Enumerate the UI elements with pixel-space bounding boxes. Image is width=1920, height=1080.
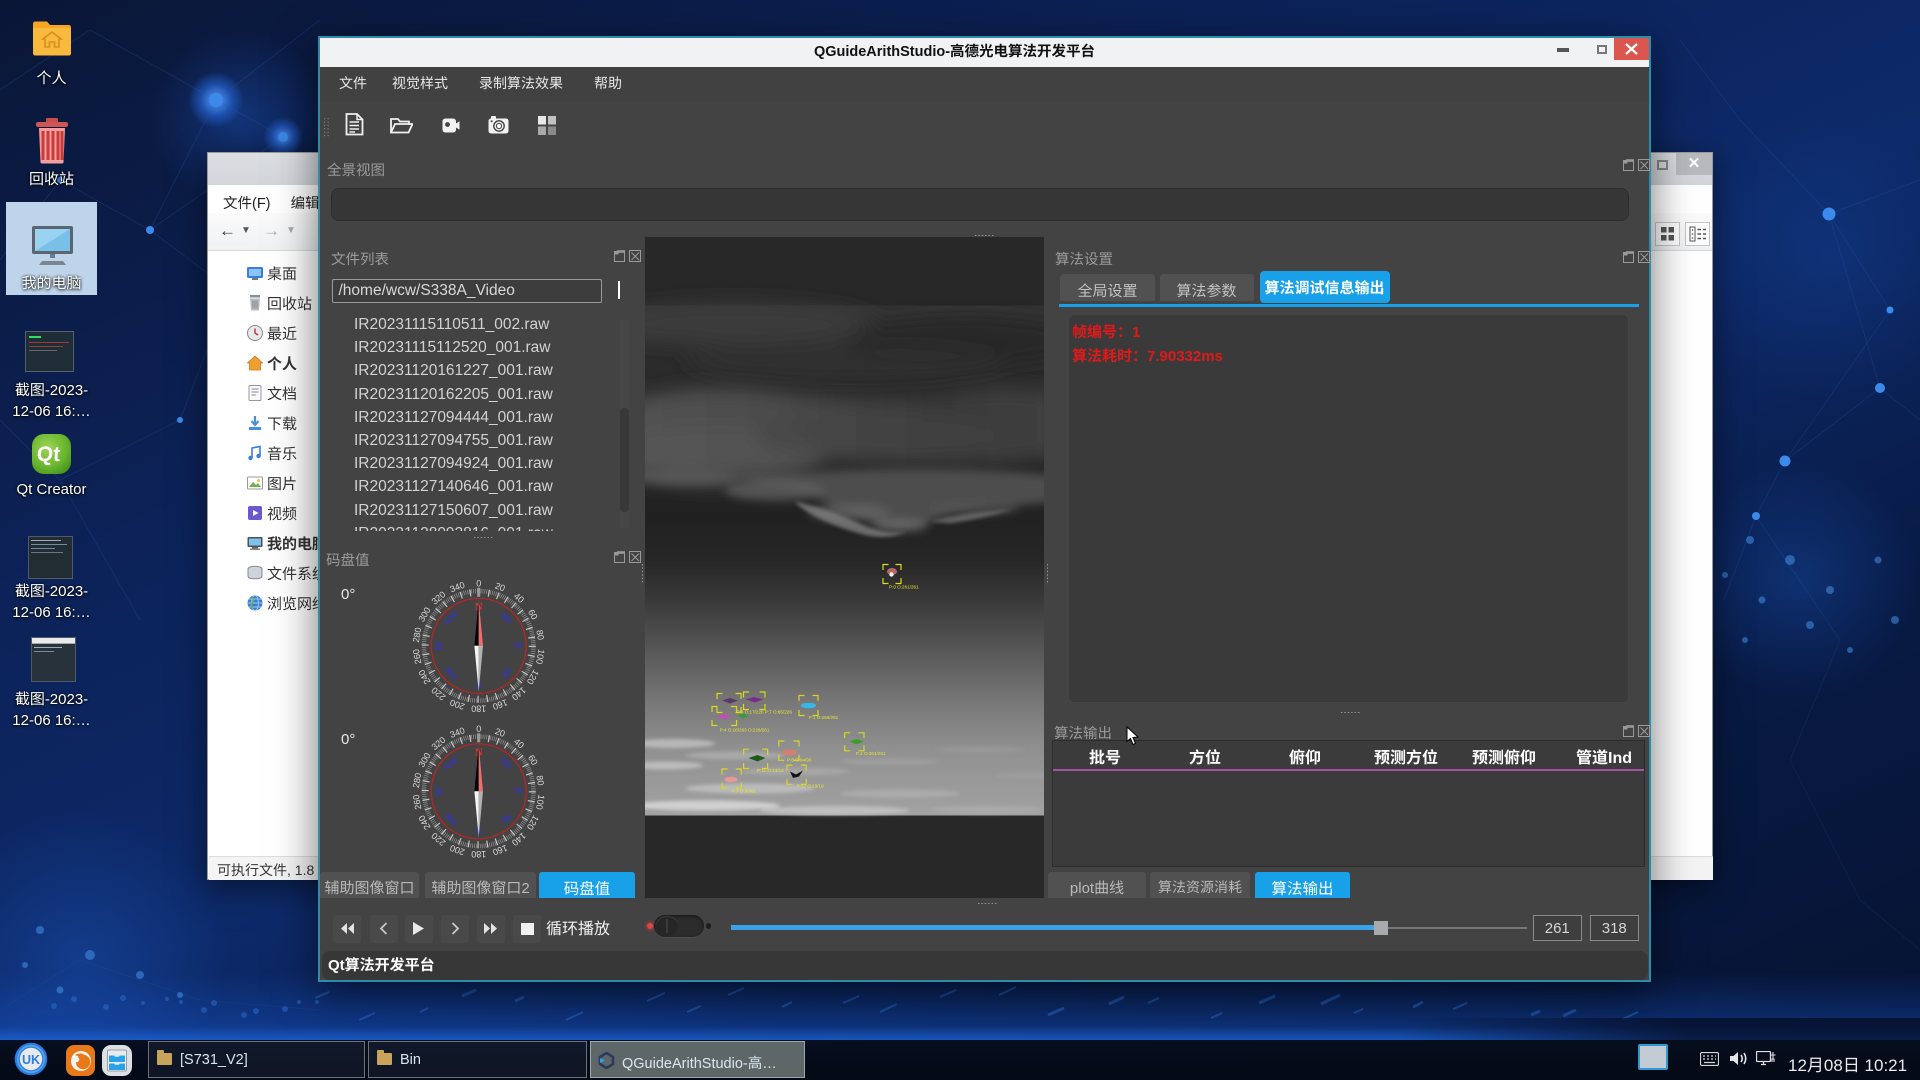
svg-text:200: 200 (449, 843, 467, 858)
svg-text:180: 180 (471, 703, 486, 713)
svg-text:E: E (512, 788, 524, 795)
svg-text:280: 280 (411, 627, 423, 644)
svg-text:120: 120 (525, 814, 541, 832)
svg-text:0: 0 (476, 724, 481, 734)
svg-text:P:6 O:17/226 P:7 O:65/226: P:6 O:17/226 P:7 O:65/226 (737, 710, 793, 715)
svg-text:120: 120 (525, 668, 541, 686)
svg-text:80: 80 (534, 629, 546, 641)
svg-text:W: W (434, 640, 446, 651)
svg-text:20: 20 (494, 581, 507, 594)
svg-text:P:0 O:261/261: P:0 O:261/261 (889, 585, 919, 590)
svg-text:SE: SE (498, 665, 513, 680)
svg-text:P:8 O:94/95: P:8 O:94/95 (787, 757, 812, 762)
svg-text:NE: NE (497, 756, 513, 772)
svg-text:P:1 O:259/261: P:1 O:259/261 (809, 715, 839, 720)
svg-text:UK: UK (22, 1053, 40, 1067)
svg-text:200: 200 (449, 697, 467, 712)
svg-text:220: 220 (430, 831, 448, 848)
svg-text:Qt: Qt (36, 443, 61, 466)
svg-text:260: 260 (411, 648, 423, 665)
svg-text:80: 80 (534, 775, 546, 787)
svg-text:280: 280 (411, 772, 423, 789)
svg-text:SE: SE (498, 811, 513, 826)
svg-text:P:4 O:18/263 O:226/261: P:4 O:18/263 O:226/261 (720, 728, 770, 733)
svg-text:100: 100 (534, 794, 546, 811)
svg-text:W: W (434, 786, 446, 797)
svg-text:300: 300 (416, 606, 432, 624)
svg-text:P:11 O:13/14: P:11 O:13/14 (757, 768, 784, 773)
svg-text:300: 300 (416, 751, 432, 769)
svg-text:P:2 O:261/261: P:2 O:261/261 (856, 751, 886, 756)
svg-text:P:3 O:60/61: P:3 O:60/61 (732, 789, 757, 794)
svg-text:NE: NE (497, 611, 513, 627)
svg-text:20: 20 (494, 726, 507, 739)
svg-text:160: 160 (491, 843, 509, 858)
svg-text:100: 100 (534, 648, 546, 665)
svg-text:340: 340 (449, 725, 467, 740)
svg-text:P:12 O:19/19: P:12 O:19/19 (797, 784, 825, 789)
svg-text:340: 340 (449, 580, 467, 595)
svg-text:40: 40 (512, 736, 526, 750)
svg-text:SW: SW (443, 664, 461, 682)
svg-text:40: 40 (512, 591, 526, 605)
svg-text:260: 260 (411, 794, 423, 811)
svg-text:E: E (512, 642, 524, 649)
svg-text:160: 160 (491, 697, 509, 712)
svg-text:0: 0 (476, 578, 481, 588)
svg-text:180: 180 (471, 849, 486, 859)
svg-text:SW: SW (443, 809, 461, 827)
svg-text:220: 220 (430, 685, 448, 702)
